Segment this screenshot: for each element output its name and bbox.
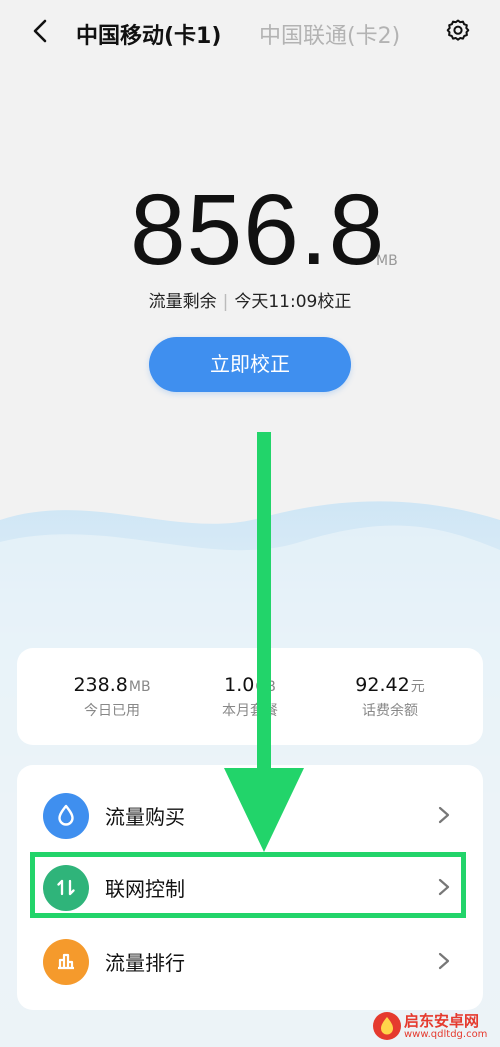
highlight-box-annotation	[30, 852, 466, 918]
usage-status-line: 流量剩余 | 今天11:09校正	[0, 287, 500, 312]
stat-today-used: 238.8MB 今日已用	[37, 674, 187, 720]
arrow-down-annotation	[224, 432, 304, 852]
gear-icon[interactable]	[445, 18, 471, 44]
watermark-url: www.qdltdg.com	[404, 1029, 488, 1040]
stat-value: 92.42	[355, 674, 410, 696]
stat-label: 今日已用	[84, 703, 140, 719]
stat-label: 话费余额	[362, 703, 418, 719]
water-drop-icon	[43, 793, 89, 839]
separator: |	[222, 292, 229, 312]
remaining-label: 流量剩余	[148, 292, 217, 312]
remaining-data-value: 856.8	[130, 174, 386, 286]
watermark-name: 启东安卓网	[404, 1012, 480, 1030]
chevron-right-icon	[438, 806, 450, 824]
watermark-logo-icon	[373, 1012, 401, 1040]
menu-label: 流量排行	[105, 951, 185, 975]
stat-value: 238.8	[73, 674, 128, 696]
site-watermark: 启东安卓网 www.qdltdg.com	[370, 1006, 498, 1046]
stat-unit: 元	[410, 679, 425, 695]
tab-sim1[interactable]: 中国移动(卡1)	[76, 18, 221, 50]
calibration-time: 今天11:09校正	[234, 292, 352, 312]
remaining-data-unit: MB	[376, 253, 398, 269]
stat-unit: MB	[128, 679, 151, 695]
menu-label: 流量购买	[105, 805, 185, 829]
stat-phone-balance: 92.42元 话费余额	[315, 674, 465, 720]
top-bar: 中国移动(卡1) 中国联通(卡2)	[0, 0, 500, 66]
tab-sim2[interactable]: 中国联通(卡2)	[259, 18, 400, 50]
bar-chart-icon	[43, 939, 89, 985]
chevron-right-icon	[438, 952, 450, 970]
calibrate-now-button[interactable]: 立即校正	[149, 337, 351, 392]
menu-item-data-ranking[interactable]: 流量排行	[17, 925, 483, 997]
chevron-left-icon[interactable]	[28, 18, 54, 44]
